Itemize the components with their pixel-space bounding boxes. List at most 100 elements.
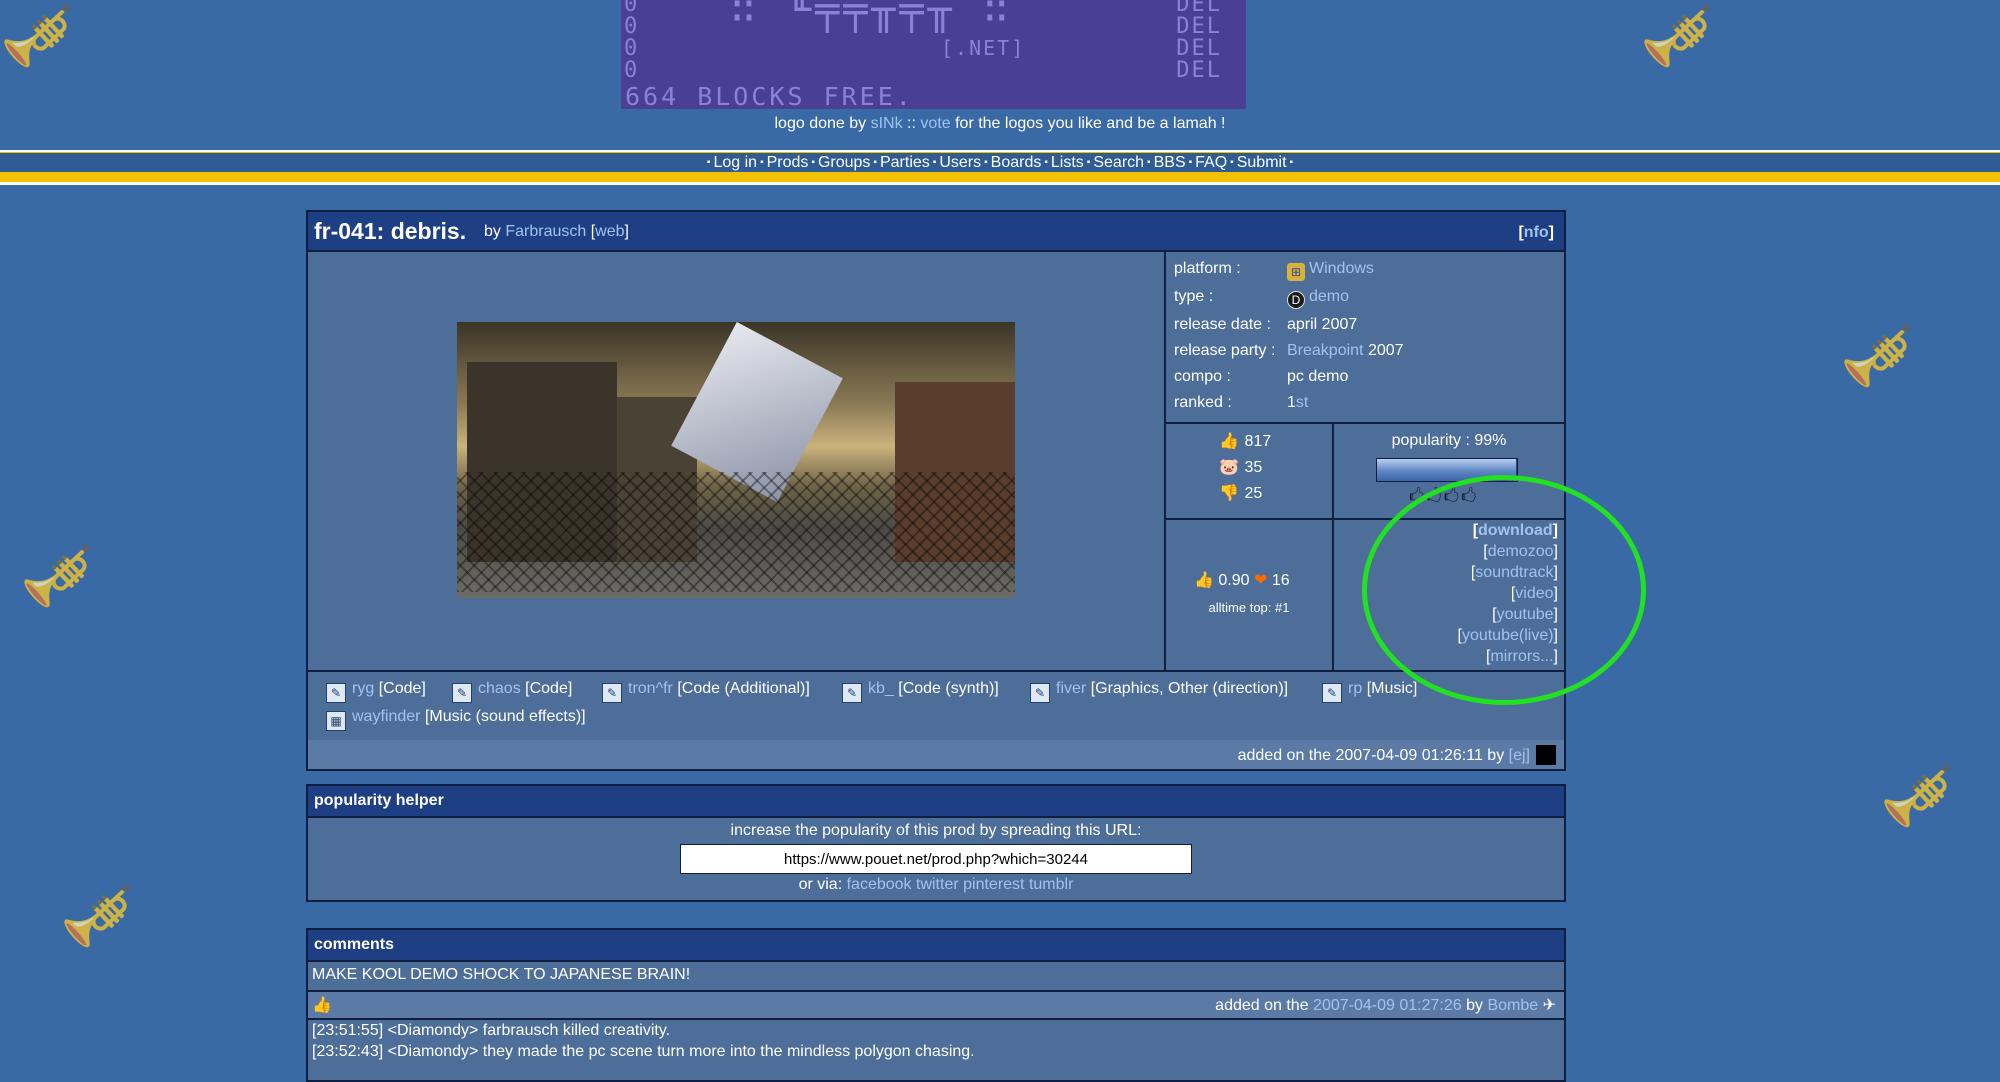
credit-item: ✎ ryg [Code] (326, 678, 426, 703)
logo-zeros: 0000 (624, 0, 638, 83)
trumpet-icon: 🎺 (1880, 761, 1955, 831)
video-link[interactable]: video (1515, 585, 1553, 602)
popularity-helper-text: increase the popularity of this prod by … (730, 822, 1142, 839)
popularity-helper-box: popularity helper increase the popularit… (306, 784, 1566, 902)
added-user-link[interactable]: [ej] (1509, 747, 1530, 764)
group-link[interactable]: Farbrausch (505, 223, 586, 240)
vote-rulez: 👍 817 (1218, 430, 1271, 454)
logo-dels: DEL DEL DEL DEL (1176, 0, 1222, 83)
share-twitter-link[interactable]: twitter (916, 876, 959, 893)
vote-history-icons: 🖒🖒🖒🖒 (1409, 485, 1478, 512)
mirrors-link-wrap: [mirrors...] (1485, 648, 1558, 665)
avatar: ▦ (326, 711, 346, 731)
demozoo-link-wrap: [demozoo] (1483, 543, 1558, 560)
avatar (1536, 745, 1556, 765)
platform-link[interactable]: Windows (1309, 260, 1374, 277)
thumbs-up-icon: 👍 (1219, 433, 1239, 450)
popularity-label: popularity : 99% (1391, 432, 1507, 449)
nfo-link-wrap: [nfo] (1518, 224, 1554, 241)
demozoo-link[interactable]: demozoo (1488, 543, 1554, 560)
credit-user-link[interactable]: tron^fr (628, 680, 673, 697)
credit-item: ✎ rp [Music] (1322, 678, 1417, 703)
popularity-cell: popularity : 99% 🖒🖒🖒🖒 (1334, 424, 1564, 520)
nav-boards[interactable]: Boards (991, 154, 1042, 171)
thumbs-up-icon: 🖒 (1443, 488, 1462, 505)
nav-search[interactable]: Search (1093, 154, 1144, 171)
avatar: ✎ (1322, 683, 1342, 703)
share-tumblr-link[interactable]: tumblr (1029, 876, 1073, 893)
download-link-wrap: [download] (1472, 522, 1558, 539)
thumbs-up-icon: 🖒 (1426, 488, 1444, 505)
nav-faq[interactable]: FAQ (1195, 154, 1227, 171)
cdc-line: 👍 0.90 ❤ 16 (1194, 572, 1290, 589)
trumpet-icon: 🎺 (60, 881, 135, 951)
share-pinterest-link[interactable]: pinterest (963, 876, 1024, 893)
credit-item: ✎ tron^fr [Code (Additional)] (602, 678, 810, 703)
comment-text: MAKE KOOL DEMO SHOCK TO JAPANESE BRAIN! (312, 966, 691, 983)
prod-screenshot[interactable] (457, 322, 1015, 598)
avatar: ✎ (842, 683, 862, 703)
credit-user-link[interactable]: fiver (1056, 680, 1086, 697)
windows-icon: ⊞ (1287, 263, 1305, 281)
credit-item: ✎ chaos [Code] (452, 678, 572, 703)
cdc-heart-icon: ❤ (1253, 572, 1268, 589)
nav-prods[interactable]: Prods (767, 154, 809, 171)
mirrors-link[interactable]: mirrors... (1490, 648, 1553, 665)
logo-credit: logo done by sINk :: vote for the logos … (774, 115, 1226, 132)
credit-user-link[interactable]: kb_ (868, 680, 894, 697)
nav-groups[interactable]: Groups (818, 154, 870, 171)
comment-text: [23:51:55] <Diamondy> farbrausch killed … (312, 1022, 671, 1039)
type-link[interactable]: demo (1309, 288, 1349, 305)
screenshot-area (308, 252, 1166, 670)
comment-footer: 👍 added on the 2007-04-09 01:27:26 by Bo… (308, 990, 1564, 1020)
credit-item: ▦ wayfinder [Music (sound effects)] (326, 706, 586, 731)
popularity-bar (1376, 458, 1518, 482)
nav-parties[interactable]: Parties (880, 154, 930, 171)
prod-title-bar: fr-041: debris. by Farbrausch [web] [nfo… (308, 212, 1564, 252)
thumbs-down-icon: 👎 (1219, 485, 1239, 502)
popularity-helper-title: popularity helper (308, 786, 1564, 818)
nav-users[interactable]: Users (939, 154, 981, 171)
logo-net: [.NET] (941, 36, 1026, 60)
youtube-live-link[interactable]: youtube(live) (1462, 627, 1554, 644)
credit-item: ✎ fiver [Graphics, Other (direction)] (1030, 678, 1288, 703)
added-by-row: added on the 2007-04-09 01:26:11 by [ej] (308, 740, 1564, 769)
comments-title: comments (308, 930, 1564, 962)
logo-blocks-free: 664 BLOCKS FREE. (625, 82, 914, 109)
comment-date-link[interactable]: 2007-04-09 01:27:26 (1313, 997, 1462, 1014)
nav-lists[interactable]: Lists (1051, 154, 1084, 171)
nav-login[interactable]: Log in (713, 154, 757, 171)
avatar: ✎ (1030, 683, 1050, 703)
trumpet-icon: 🎺 (1840, 321, 1915, 391)
youtube-link[interactable]: youtube (1497, 606, 1554, 623)
nav-submit[interactable]: Submit (1237, 154, 1287, 171)
prod-box: fr-041: debris. by Farbrausch [web] [nfo… (306, 210, 1566, 771)
credit-user-link[interactable]: wayfinder (352, 708, 420, 725)
credits-row: ✎ ryg [Code] ✎ chaos [Code] ✎ tron^fr [Code… (308, 670, 1564, 742)
pig-icon: 🐷 (1219, 459, 1239, 476)
nfo-link[interactable]: nfo (1524, 224, 1549, 241)
prod-info-table: platform : ⊞ Windows type : Ddemo release… (1166, 252, 1564, 424)
soundtrack-link[interactable]: soundtrack (1475, 564, 1553, 581)
party-link[interactable]: Breakpoint (1287, 342, 1364, 359)
share-url-input[interactable] (680, 844, 1192, 874)
credit-user-link[interactable]: rp (1348, 680, 1362, 697)
logo-author-link[interactable]: sINk (871, 115, 903, 132)
logo-vote-link[interactable]: vote (920, 115, 950, 132)
credit-user-link[interactable]: chaos (478, 680, 521, 697)
comment-text: [23:52:43] <Diamondy> they made the pc s… (312, 1043, 975, 1060)
vote-sucks: 👎 25 (1218, 482, 1262, 506)
trumpet-icon: 🎺 (0, 1, 75, 71)
youtube-link-wrap: [youtube] (1492, 606, 1558, 623)
web-link[interactable]: web (595, 223, 624, 240)
share-facebook-link[interactable]: facebook (847, 876, 912, 893)
comment-user-link[interactable]: Bombe (1487, 997, 1538, 1014)
site-logo[interactable]: 0000 ∷ ╙╤╤╥╤╥ ∷ [.NET] DEL DEL DEL DEL 664 … (621, 0, 1246, 109)
prod-title: fr-041: debris. (314, 218, 467, 244)
nav-bbs[interactable]: BBS (1154, 154, 1186, 171)
credit-user-link[interactable]: ryg (352, 680, 374, 697)
screenshot-fence (457, 472, 1015, 592)
comments-box: comments MAKE KOOL DEMO SHOCK TO JAPANES… (306, 928, 1566, 1082)
share-links: or via: facebook twitter pinterest tumbl… (798, 876, 1074, 893)
download-link[interactable]: download (1478, 522, 1553, 539)
